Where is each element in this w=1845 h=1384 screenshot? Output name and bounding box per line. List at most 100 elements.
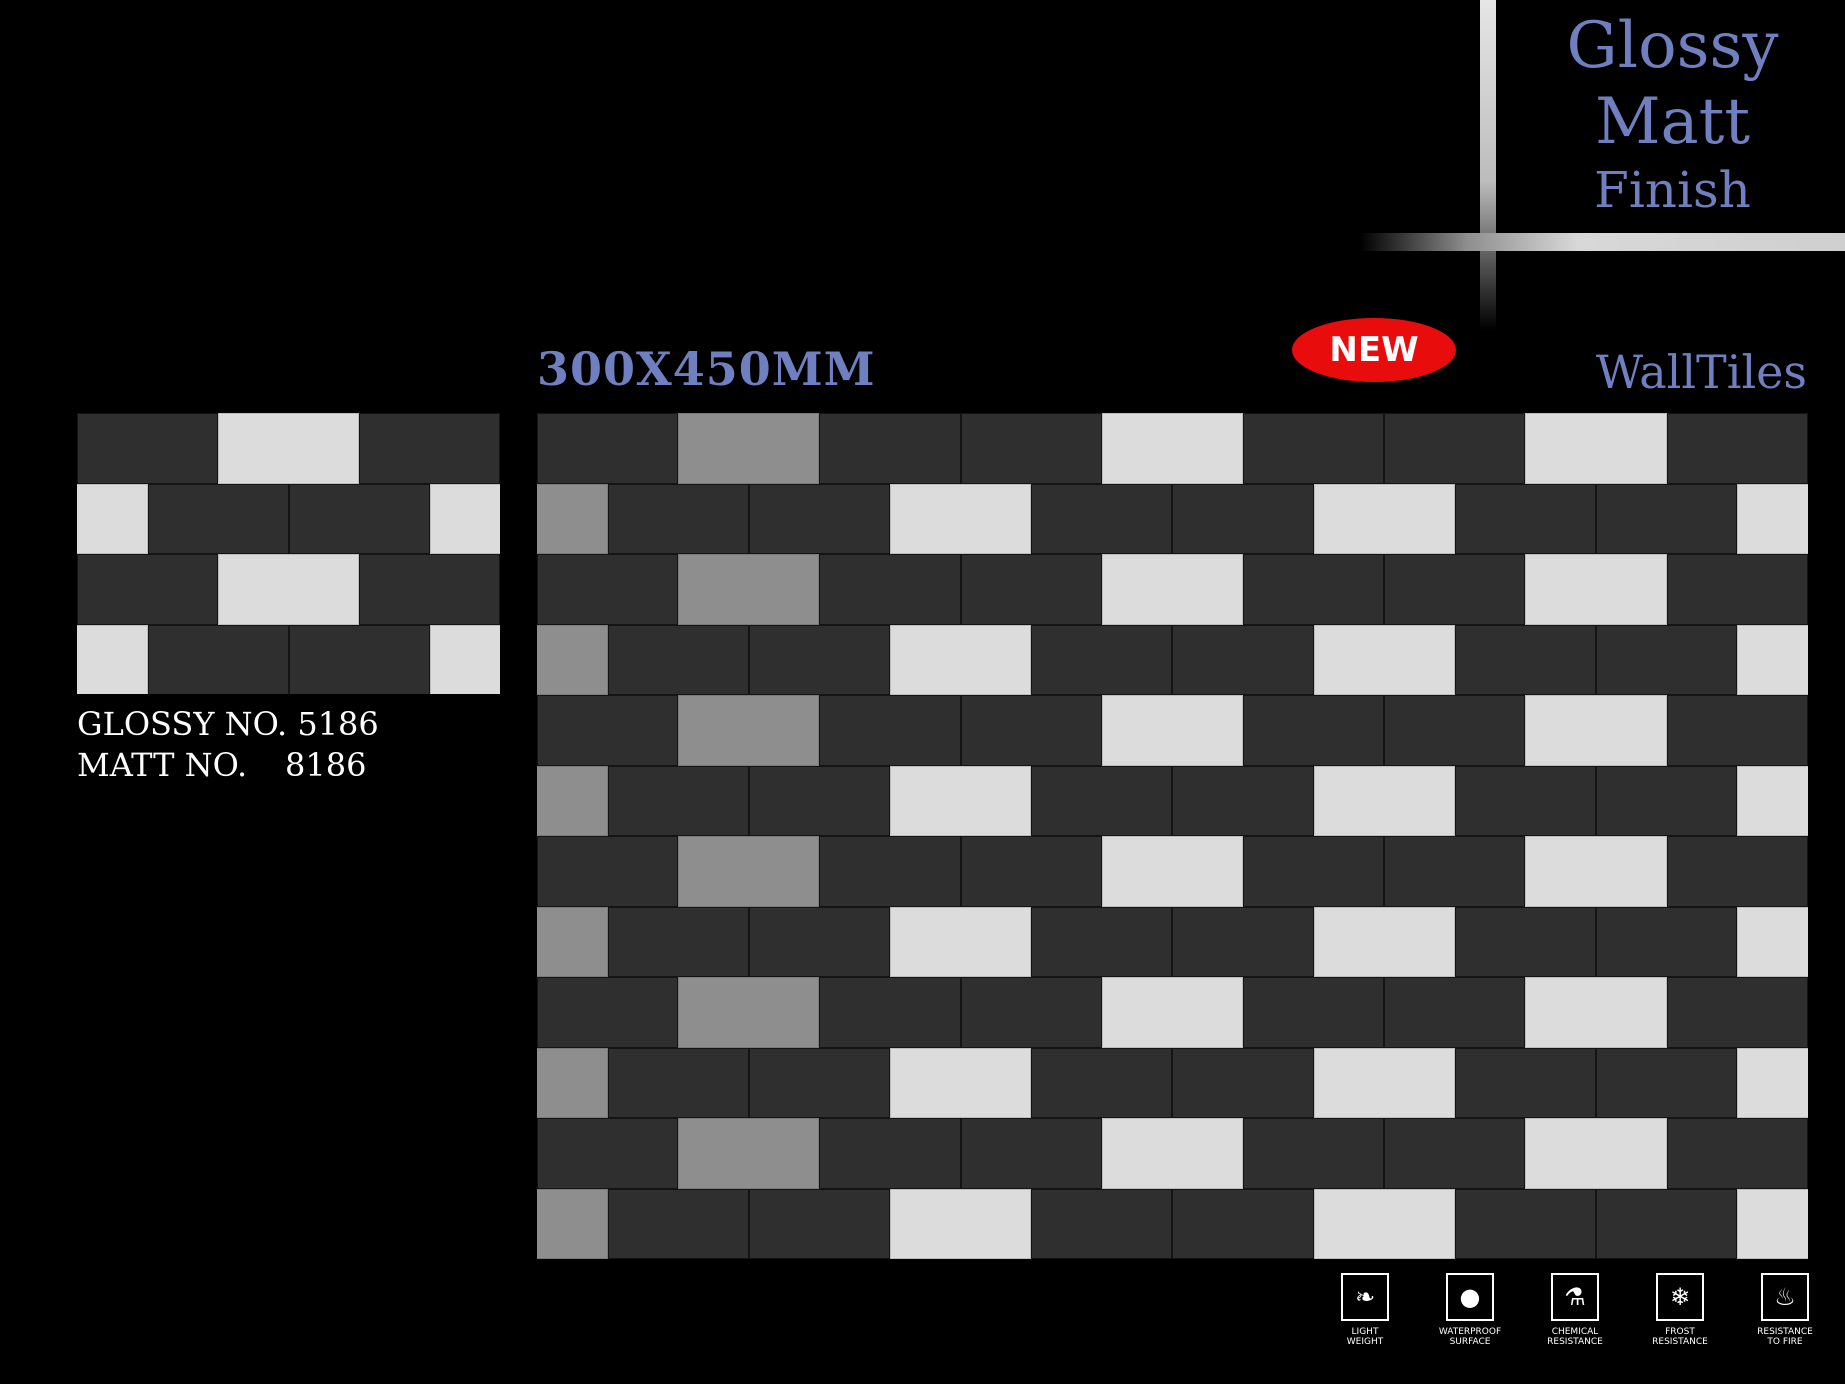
finish-matt: Matt: [1594, 85, 1751, 159]
feature-icon: ⚗: [1551, 1273, 1599, 1321]
tile-brick: [1172, 765, 1314, 836]
tile-brick: [1243, 413, 1385, 484]
tile-brick: [218, 554, 359, 625]
tile-brick: [1101, 554, 1243, 625]
tile-brick: [1313, 906, 1455, 977]
tile-brick: [678, 554, 820, 625]
tile-brick: [748, 1047, 890, 1118]
tile-brick: [890, 765, 1032, 836]
tile-brick: [218, 413, 359, 484]
tile-brick: [147, 483, 289, 554]
tile-brick: [1454, 483, 1596, 554]
tile-brick: [607, 483, 749, 554]
tile-brick: [1525, 413, 1667, 484]
feature-light-weight: ❧ LIGHT WEIGHT: [1320, 1270, 1410, 1347]
tile-brick: [819, 554, 961, 625]
feature-icon: ●: [1446, 1273, 1494, 1321]
tile-brick: [1384, 836, 1526, 907]
tile-brick: [819, 1118, 961, 1189]
tile-wall-preview: [537, 413, 1808, 1259]
tile-brick: [77, 413, 218, 484]
finish-glossy: Glossy: [1566, 9, 1779, 83]
tile-brick: [537, 765, 608, 836]
tile-brick: [1243, 554, 1385, 625]
tile-brick: [960, 977, 1102, 1048]
tile-brick: [288, 624, 430, 694]
tile-brick: [1596, 1047, 1738, 1118]
tile-brick: [1313, 483, 1455, 554]
glossy-label: GLOSSY NO.: [77, 705, 288, 743]
tile-brick: [748, 765, 890, 836]
tile-brick: [147, 624, 289, 694]
feature-icon: ♨: [1761, 1273, 1809, 1321]
tile-brick: [1243, 836, 1385, 907]
tile-brick: [960, 695, 1102, 766]
tile-brick: [1525, 554, 1667, 625]
tile-brick: [537, 1188, 608, 1259]
tile-brick: [890, 1047, 1032, 1118]
tile-brick: [960, 1118, 1102, 1189]
finish-panel: Glossy Matt Finish: [1500, 8, 1845, 220]
feature-icon: ❄: [1656, 1273, 1704, 1321]
tile-brick: [890, 624, 1032, 695]
tile-brick: [537, 624, 608, 695]
tile-brick: [960, 413, 1102, 484]
tile-brick: [429, 624, 500, 694]
tile-brick: [1454, 1188, 1596, 1259]
tile-brick: [537, 554, 679, 625]
tile-brick: [678, 695, 820, 766]
tile-brick: [748, 483, 890, 554]
tile-brick: [607, 765, 749, 836]
tile-brick: [537, 1047, 608, 1118]
tile-brick: [537, 413, 679, 484]
tile-brick: [77, 624, 148, 694]
feature-chemical-resistance: ⚗ CHEMICAL RESISTANCE: [1530, 1270, 1620, 1347]
tile-brick: [1525, 1118, 1667, 1189]
tile-brick: [1666, 695, 1808, 766]
tile-brick: [1737, 624, 1808, 695]
tile-brick: [1666, 836, 1808, 907]
tile-brick: [1101, 1118, 1243, 1189]
tile-brick: [1596, 765, 1738, 836]
tile-brick: [288, 483, 430, 554]
tile-brick: [1596, 1188, 1738, 1259]
tile-brick: [1737, 483, 1808, 554]
tile-brick: [678, 836, 820, 907]
tile-brick: [1101, 695, 1243, 766]
horizontal-divider: [1360, 233, 1845, 251]
tile-brick: [890, 1188, 1032, 1259]
tile-brick: [819, 413, 961, 484]
tile-brick: [607, 1047, 749, 1118]
tile-brick: [1737, 765, 1808, 836]
tile-brick: [537, 977, 679, 1048]
tile-brick: [1243, 977, 1385, 1048]
matt-number: 8186: [285, 746, 367, 784]
tile-brick: [1454, 624, 1596, 695]
tile-brick: [1172, 1188, 1314, 1259]
tile-brick: [607, 906, 749, 977]
tile-brick: [819, 977, 961, 1048]
tile-brick: [429, 483, 500, 554]
tile-brick: [77, 483, 148, 554]
tile-brick: [1666, 1118, 1808, 1189]
matt-code-row: MATT NO. 8186: [77, 745, 379, 786]
tile-brick: [1737, 1188, 1808, 1259]
glossy-code-row: GLOSSY NO. 5186: [77, 704, 379, 745]
feature-icon: ❧: [1341, 1273, 1389, 1321]
tile-brick: [1172, 906, 1314, 977]
tile-brick: [1243, 695, 1385, 766]
tile-brick: [607, 624, 749, 695]
tile-brick: [1313, 624, 1455, 695]
category-label: WallTiles: [1595, 345, 1807, 399]
tile-brick: [678, 1118, 820, 1189]
tile-brick: [1525, 695, 1667, 766]
tile-brick: [607, 1188, 749, 1259]
tile-brick: [1101, 413, 1243, 484]
feature-frost-resistance: ❄ FROST RESISTANCE: [1635, 1270, 1725, 1347]
tile-brick: [1172, 624, 1314, 695]
tile-brick: [1031, 765, 1173, 836]
tile-brick: [537, 695, 679, 766]
tile-brick: [748, 624, 890, 695]
tile-brick: [890, 906, 1032, 977]
tile-brick: [1384, 554, 1526, 625]
